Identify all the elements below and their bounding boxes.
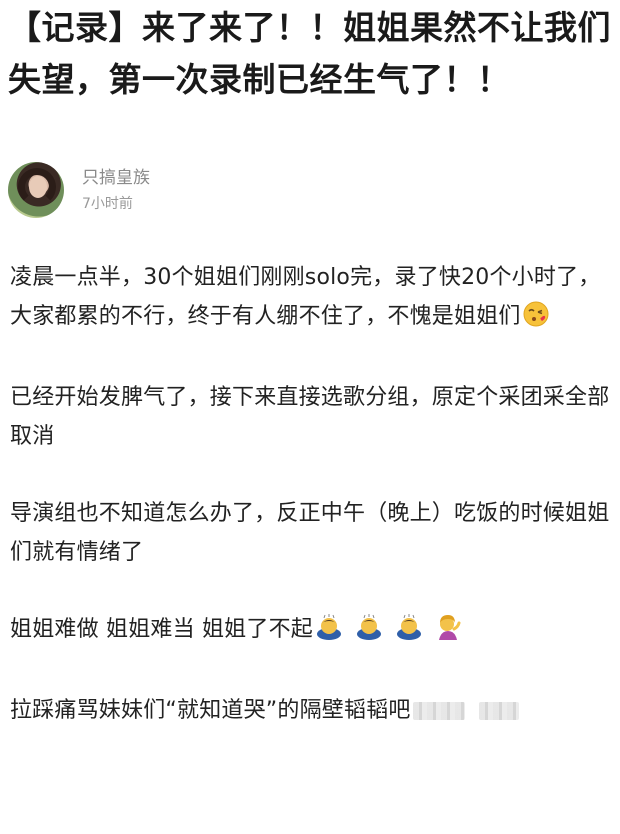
paragraph-text: 拉踩痛骂妹妹们“就知道哭”的隔壁韬韬吧 (10, 698, 411, 723)
paragraph: 导演组也不知道怎么办了，反正中午（晚上）吃饭的时候姐姐们就有情绪了 (10, 501, 610, 565)
post-title: 【记录】来了来了！！姐姐果然不让我们失望，第一次录制已经生气了！！ (8, 8, 611, 99)
avatar[interactable] (8, 162, 64, 218)
paragraph: 姐姐难做 姐姐难当 姐姐了不起 (10, 610, 610, 653)
paragraph-text: 姐姐难做 姐姐难当 姐姐了不起 (10, 617, 313, 642)
post-body: 凌晨一点半，30个姐姐们刚刚solo完，录了快20个小时了，大家都累的不行，终于… (10, 258, 610, 768)
avatar-face (29, 176, 47, 198)
watermark-blur (478, 702, 519, 720)
author-meta: 只搞皇族 7小时前 (82, 165, 150, 215)
post-time: 7小时前 (82, 196, 133, 212)
face-blowing-kiss-icon (523, 301, 549, 340)
person-bowing-icon (315, 614, 343, 653)
watermark-blur (412, 702, 465, 720)
paragraph-text: 凌晨一点半，30个姐姐们刚刚solo完，录了快20个小时了，大家都累的不行，终于… (10, 265, 601, 329)
paragraph: 拉踩痛骂妹妹们“就知道哭”的隔壁韬韬吧 (10, 691, 610, 730)
paragraph: 凌晨一点半，30个姐姐们刚刚solo完，录了快20个小时了，大家都累的不行，终于… (10, 258, 610, 340)
paragraph: 已经开始发脾气了，接下来直接选歌分组，原定个采团采全部取消 (10, 385, 610, 449)
person-bowing-icon (395, 614, 423, 653)
person-bowing-icon (355, 614, 383, 653)
author-name[interactable]: 只搞皇族 (82, 165, 150, 191)
author-block[interactable]: 只搞皇族 7小时前 (8, 160, 150, 220)
person-tipping-hand-icon (435, 614, 461, 653)
